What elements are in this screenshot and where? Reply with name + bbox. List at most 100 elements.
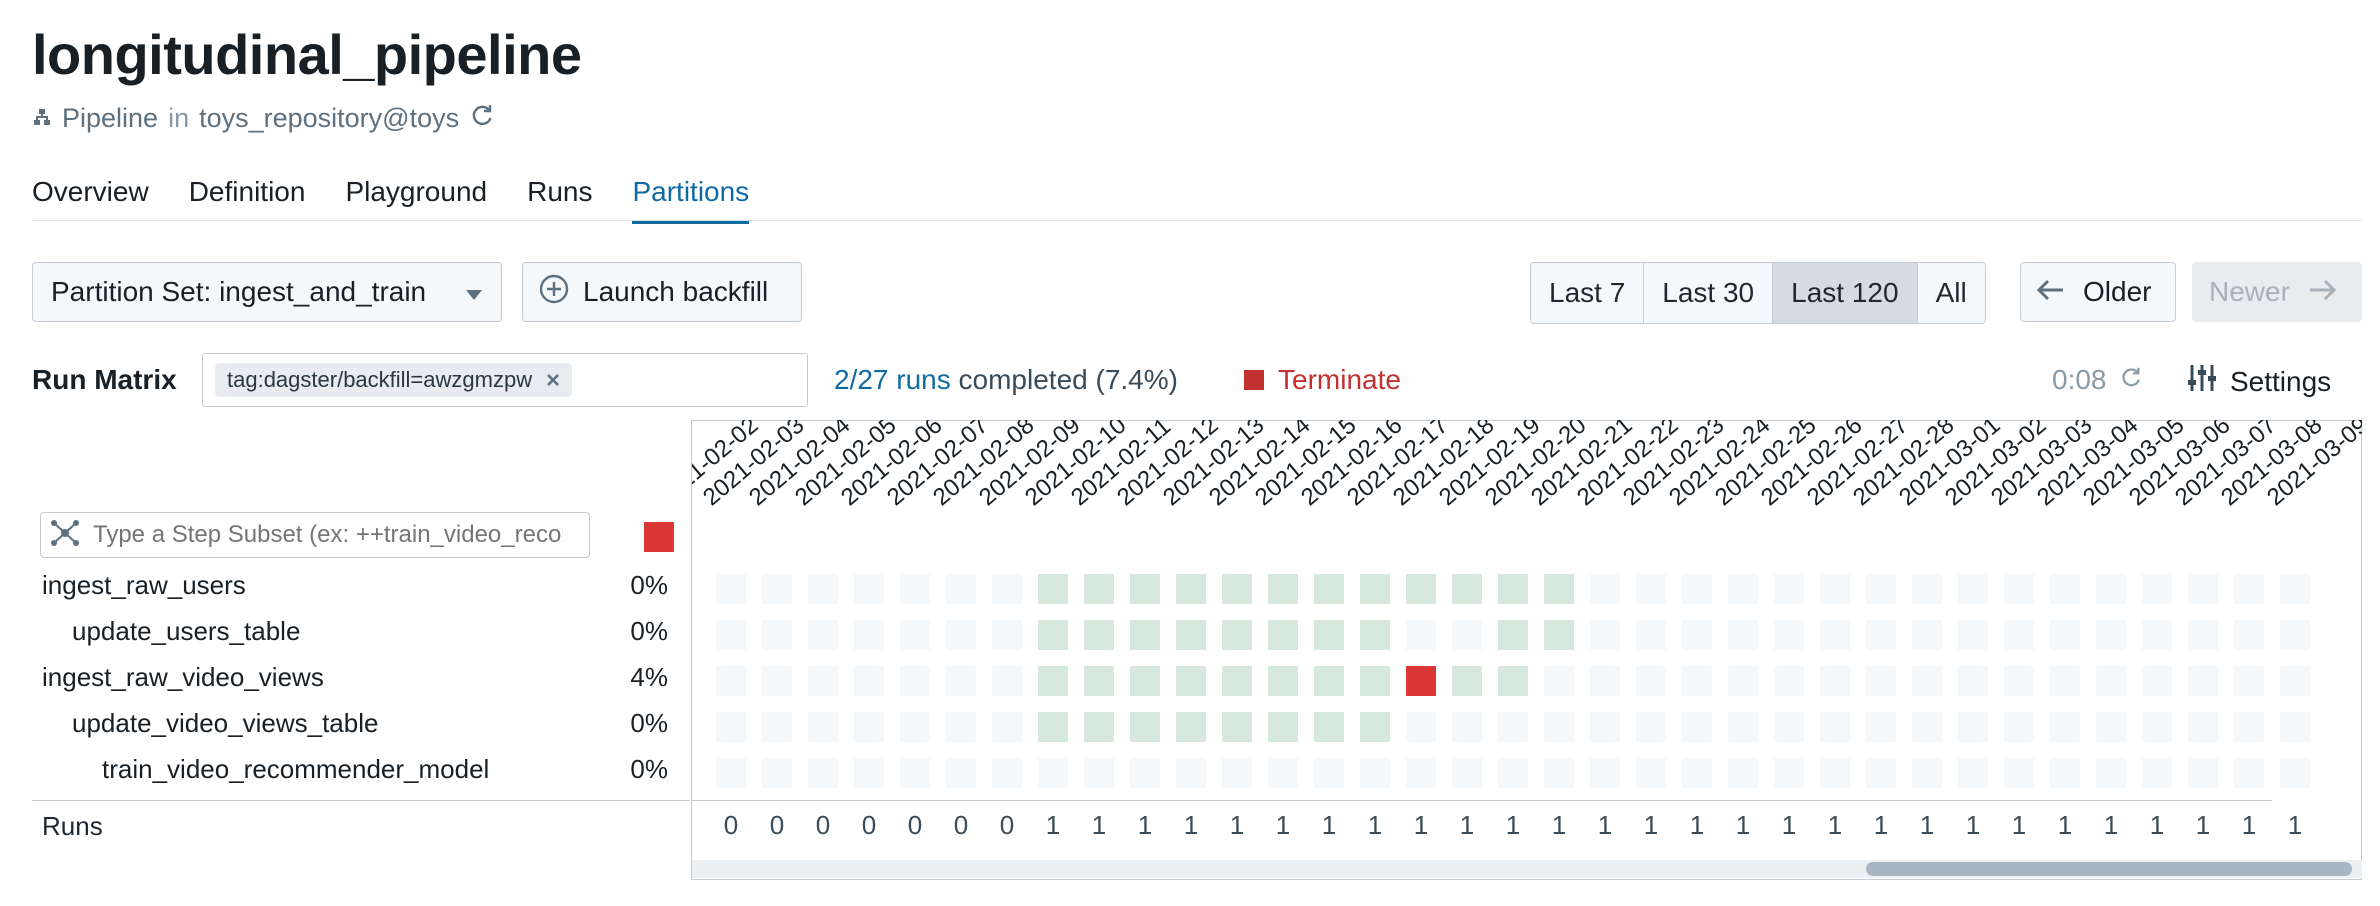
step-partition-cell[interactable]: [1222, 620, 1252, 650]
step-partition-cell[interactable]: [946, 758, 976, 788]
step-partition-cell[interactable]: [2050, 574, 2080, 604]
step-partition-cell[interactable]: [1590, 574, 1620, 604]
tab-definition[interactable]: Definition: [189, 172, 306, 224]
step-partition-cell[interactable]: [992, 666, 1022, 696]
step-partition-cell[interactable]: [1452, 758, 1482, 788]
step-partition-cell[interactable]: [2234, 666, 2264, 696]
step-partition-cell[interactable]: [808, 620, 838, 650]
step-partition-cell[interactable]: [1912, 620, 1942, 650]
step-partition-cell[interactable]: [1038, 712, 1068, 742]
step-partition-cell[interactable]: [1452, 620, 1482, 650]
step-partition-cell[interactable]: [2188, 620, 2218, 650]
step-partition-cell[interactable]: [2050, 620, 2080, 650]
step-partition-cell[interactable]: [2188, 574, 2218, 604]
step-partition-cell[interactable]: [1268, 574, 1298, 604]
step-partition-cell[interactable]: [1130, 712, 1160, 742]
step-partition-cell[interactable]: [900, 758, 930, 788]
step-partition-cell[interactable]: [762, 758, 792, 788]
step-partition-cell[interactable]: [900, 574, 930, 604]
step-partition-cell[interactable]: [2050, 666, 2080, 696]
runs-link[interactable]: 2/27 runs: [834, 364, 951, 395]
step-partition-cell[interactable]: [1728, 620, 1758, 650]
step-partition-cell[interactable]: [2004, 620, 2034, 650]
step-row[interactable]: ingest_raw_users 0%: [32, 562, 690, 608]
step-partition-cell[interactable]: [1452, 574, 1482, 604]
step-partition-cell[interactable]: [716, 666, 746, 696]
refresh-icon[interactable]: [2119, 364, 2143, 396]
step-partition-cell[interactable]: [1912, 758, 1942, 788]
step-partition-cell[interactable]: [1176, 620, 1206, 650]
step-partition-cell[interactable]: [2096, 758, 2126, 788]
step-partition-cell[interactable]: [2050, 712, 2080, 742]
older-button[interactable]: Older: [2020, 262, 2176, 322]
tag-filter-input[interactable]: tag:dagster/backfill=awzgmzpw: [202, 353, 808, 407]
step-partition-cell[interactable]: [992, 758, 1022, 788]
step-partition-cell[interactable]: [2280, 620, 2310, 650]
step-partition-cell[interactable]: [1130, 574, 1160, 604]
step-partition-cell[interactable]: [1820, 666, 1850, 696]
step-partition-cell[interactable]: [992, 712, 1022, 742]
step-partition-cell[interactable]: [716, 712, 746, 742]
step-partition-cell[interactable]: [1268, 712, 1298, 742]
step-partition-cell[interactable]: [2234, 620, 2264, 650]
step-partition-cell[interactable]: [1774, 574, 1804, 604]
step-partition-cell[interactable]: [854, 574, 884, 604]
step-partition-cell[interactable]: [2142, 574, 2172, 604]
step-partition-cell[interactable]: [1314, 620, 1344, 650]
step-partition-cell[interactable]: [2004, 758, 2034, 788]
step-partition-cell[interactable]: [1958, 666, 1988, 696]
tab-overview[interactable]: Overview: [32, 172, 149, 224]
range-last-30[interactable]: Last 30: [1644, 263, 1774, 323]
step-partition-cell[interactable]: [2096, 666, 2126, 696]
step-partition-cell[interactable]: [1682, 620, 1712, 650]
step-partition-cell[interactable]: [1866, 712, 1896, 742]
step-partition-cell[interactable]: [762, 574, 792, 604]
step-partition-cell[interactable]: [1682, 712, 1712, 742]
step-row[interactable]: ingest_raw_video_views 4%: [32, 654, 690, 700]
step-partition-cell[interactable]: [1406, 758, 1436, 788]
settings-button[interactable]: Settings: [2186, 362, 2331, 401]
launch-backfill-button[interactable]: Launch backfill: [522, 262, 802, 322]
step-partition-cell[interactable]: [1866, 574, 1896, 604]
step-partition-cell[interactable]: [1636, 666, 1666, 696]
step-partition-cell[interactable]: [1222, 666, 1252, 696]
step-partition-cell[interactable]: [1222, 712, 1252, 742]
step-partition-cell[interactable]: [854, 712, 884, 742]
step-partition-cell[interactable]: [1912, 712, 1942, 742]
step-partition-cell[interactable]: [1314, 574, 1344, 604]
newer-button[interactable]: Newer: [2192, 262, 2362, 322]
step-partition-cell[interactable]: [1452, 712, 1482, 742]
step-partition-cell[interactable]: [1452, 666, 1482, 696]
step-partition-cell[interactable]: [808, 574, 838, 604]
tab-runs[interactable]: Runs: [527, 172, 592, 224]
step-partition-cell[interactable]: [1176, 712, 1206, 742]
step-partition-cell[interactable]: [1820, 712, 1850, 742]
step-partition-cell[interactable]: [762, 712, 792, 742]
reload-icon[interactable]: [469, 102, 495, 135]
step-partition-cell[interactable]: [1590, 666, 1620, 696]
step-subset-input[interactable]: [40, 512, 590, 558]
step-partition-cell[interactable]: [2280, 712, 2310, 742]
tab-playground[interactable]: Playground: [345, 172, 487, 224]
step-partition-cell[interactable]: [992, 620, 1022, 650]
step-partition-cell[interactable]: [808, 758, 838, 788]
step-partition-cell[interactable]: [1498, 712, 1528, 742]
step-partition-cell[interactable]: [2188, 712, 2218, 742]
step-partition-cell[interactable]: [1774, 712, 1804, 742]
step-partition-cell[interactable]: [946, 574, 976, 604]
tab-partitions[interactable]: Partitions: [632, 172, 750, 224]
step-partition-cell[interactable]: [1636, 620, 1666, 650]
step-partition-cell[interactable]: [1820, 758, 1850, 788]
step-partition-cell[interactable]: [2188, 758, 2218, 788]
step-partition-cell[interactable]: [2280, 758, 2310, 788]
step-partition-cell[interactable]: [1084, 666, 1114, 696]
step-partition-cell[interactable]: [1958, 574, 1988, 604]
step-partition-cell[interactable]: [1636, 712, 1666, 742]
step-partition-cell[interactable]: [2280, 574, 2310, 604]
step-partition-cell[interactable]: [2188, 666, 2218, 696]
step-partition-cell[interactable]: [900, 620, 930, 650]
step-partition-cell[interactable]: [1130, 758, 1160, 788]
step-partition-cell[interactable]: [946, 620, 976, 650]
range-last-7[interactable]: Last 7: [1531, 263, 1645, 323]
step-partition-cell[interactable]: [1268, 666, 1298, 696]
